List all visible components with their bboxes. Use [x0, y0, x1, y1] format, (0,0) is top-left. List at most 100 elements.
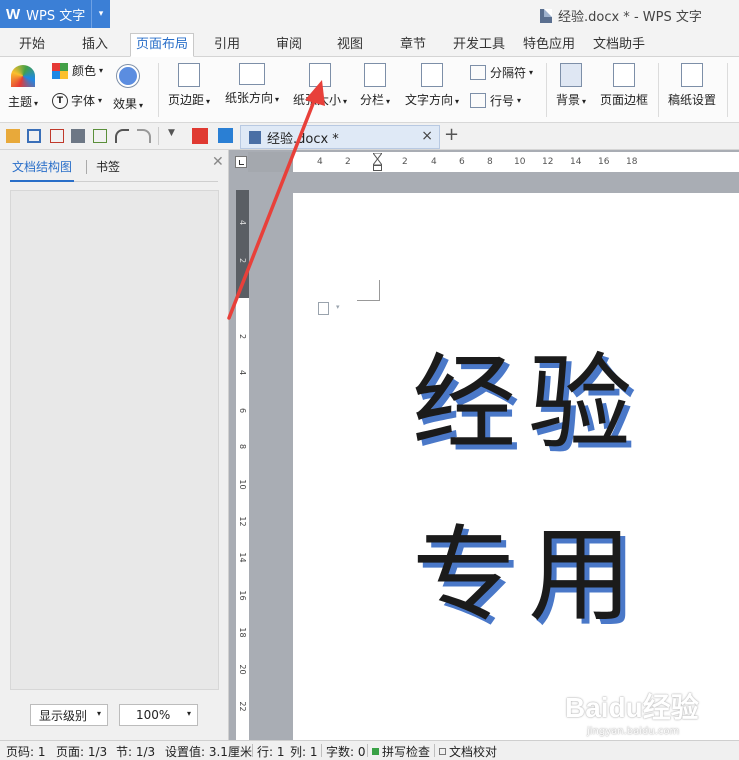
document-text-line-2[interactable]: 专用 — [412, 490, 644, 641]
undo-icon[interactable] — [115, 129, 129, 143]
color-button[interactable]: 颜色 ▾ — [52, 62, 103, 79]
document-text-line-1[interactable]: 经验 — [412, 318, 644, 469]
paper-size-button[interactable]: 纸张大小 ▾ — [293, 63, 347, 108]
horizontal-ruler[interactable]: 4 2 2 4 6 8 10 12 14 16 18 — [248, 152, 739, 172]
orientation-button[interactable]: 纸张方向 ▾ — [225, 63, 279, 106]
spell-check-toggle[interactable]: 拼写检查 — [372, 743, 430, 760]
ruler-label: 2 — [345, 157, 351, 167]
app-menu-button[interactable]: W WPS 文字 ▾ — [0, 0, 110, 28]
tab-document-outline[interactable]: 文档结构图 — [12, 158, 72, 175]
quick-access-toolbar: ▼ 经验.docx * × + — [0, 123, 739, 150]
margins-button[interactable]: 页边距 ▾ — [168, 63, 210, 108]
close-tab-icon[interactable]: × — [421, 128, 433, 144]
columns-button[interactable]: 分栏 ▾ — [360, 63, 390, 108]
margins-label: 页边距 — [168, 93, 205, 107]
ribbon-separator — [158, 63, 159, 117]
tab-review[interactable]: 审阅 — [264, 34, 314, 56]
tab-home[interactable]: 开始 — [8, 34, 56, 56]
effect-button[interactable]: 效果 ▾ — [113, 65, 143, 112]
ruler-label: 4 — [431, 157, 437, 167]
export-pdf-icon[interactable] — [50, 129, 64, 143]
doc-proof-button[interactable]: 文档校对 — [439, 743, 497, 760]
save-icon[interactable] — [27, 129, 41, 143]
tab-view[interactable]: 视图 — [326, 34, 374, 56]
line-number-icon — [470, 93, 486, 108]
ribbon-separator — [727, 63, 728, 117]
document-icon — [540, 8, 552, 23]
page-border-button[interactable]: 页面边框 — [600, 63, 648, 108]
status-page: 页码: 1 — [6, 745, 46, 759]
window-title-text: 经验.docx * - WPS 文字 — [558, 10, 702, 25]
columns-label: 分栏 — [360, 93, 385, 107]
app-menu-dropdown-icon[interactable]: ▾ — [91, 0, 110, 28]
status-words[interactable]: 字数: 0 — [326, 743, 366, 760]
ruler-label: 10 — [514, 157, 526, 167]
effect-icon — [117, 65, 140, 87]
zoom-select-value: 100% — [136, 708, 171, 722]
tab-insert[interactable]: 插入 — [70, 34, 120, 56]
tab-chapter[interactable]: 章节 — [389, 34, 437, 56]
ruler-label: 6 — [238, 407, 247, 414]
print-preview-icon[interactable] — [93, 129, 107, 143]
watermark: Baidu经验 jingyan.baidu.com — [565, 686, 699, 737]
ribbon-separator — [658, 63, 659, 117]
line-number-label: 行号 — [490, 94, 515, 108]
panel-active-indicator — [10, 180, 74, 182]
document-tab[interactable]: 经验.docx * × — [240, 125, 440, 149]
separator-label: 分隔符 — [490, 66, 527, 80]
font-label: 字体 — [71, 94, 96, 108]
zoom-select[interactable]: 100% ▾ — [119, 704, 198, 726]
tab-references[interactable]: 引用 — [204, 34, 250, 56]
separator-button[interactable]: 分隔符 ▾ — [470, 64, 533, 81]
outline-view[interactable] — [10, 190, 219, 690]
ruler-label: 20 — [238, 664, 247, 675]
font-button[interactable]: T 字体 ▾ — [52, 92, 102, 109]
word-doc-icon — [249, 130, 261, 144]
status-pages: 页面: 1/3 — [56, 745, 108, 759]
background-button[interactable]: 背景 ▾ — [556, 63, 586, 108]
redo-icon[interactable] — [137, 129, 151, 143]
background-label: 背景 — [556, 93, 581, 107]
ruler-label: 12 — [542, 157, 554, 167]
indent-marker-icon[interactable] — [373, 153, 382, 171]
ruler-label: 4 — [238, 369, 247, 376]
app-name: WPS 文字 — [26, 8, 86, 24]
manuscript-button[interactable]: 稿纸设置 — [668, 63, 716, 108]
level-select[interactable]: 显示级别 ▾ — [30, 704, 108, 726]
page-border-label: 页面边框 — [600, 93, 649, 107]
new-tab-icon[interactable]: + — [444, 124, 459, 145]
background-icon — [560, 63, 583, 87]
tab-stop-selector[interactable] — [235, 156, 247, 168]
ruler-label: 16 — [598, 157, 610, 167]
text-direction-button[interactable]: 文字方向 ▾ — [405, 63, 459, 108]
line-number-button[interactable]: 行号 ▾ — [470, 92, 521, 109]
close-panel-icon[interactable]: ✕ — [212, 154, 224, 170]
ribbon-separator — [546, 63, 547, 117]
theme-button[interactable]: 主题 ▾ — [8, 65, 38, 110]
font-icon: T — [52, 92, 68, 109]
tab-developer[interactable]: 开发工具 — [448, 34, 510, 56]
paragraph-options-dropdown-icon[interactable]: ▾ — [336, 303, 340, 311]
paragraph-options-icon[interactable] — [318, 302, 329, 315]
customize-dropdown-icon[interactable]: ▼ — [168, 128, 175, 138]
level-select-value: 显示级别 — [39, 708, 88, 723]
margins-icon — [178, 63, 201, 87]
tab-page-layout[interactable]: 页面布局 — [130, 33, 194, 57]
print-icon[interactable] — [71, 129, 85, 143]
tab-doc-assistant[interactable]: 文档助手 — [588, 34, 650, 56]
toolbar-separator — [158, 127, 159, 145]
tab-bookmarks[interactable]: 书签 — [96, 158, 120, 175]
orientation-label: 纸张方向 — [225, 91, 274, 105]
wps-home-icon[interactable] — [192, 128, 208, 144]
text-direction-label: 文字方向 — [405, 93, 454, 107]
ribbon-page-layout: 主题 ▾ 颜色 ▾ T 字体 ▾ 效果 ▾ 页边距 ▾ 纸张方向 ▾ 纸张大小 ▾ 分栏 ▾ 文… — [0, 57, 739, 123]
separator-icon — [470, 65, 486, 80]
open-icon[interactable] — [6, 129, 20, 143]
ruler-label: 10 — [238, 479, 247, 490]
text-direction-icon — [421, 63, 444, 87]
ruler-label: 8 — [238, 443, 247, 450]
tab-special[interactable]: 特色应用 — [518, 34, 580, 56]
cloud-cube-icon[interactable] — [218, 128, 233, 143]
vertical-ruler[interactable]: 4 2 2 4 6 8 10 12 14 16 18 20 22 — [236, 190, 249, 740]
orientation-icon — [239, 63, 266, 85]
